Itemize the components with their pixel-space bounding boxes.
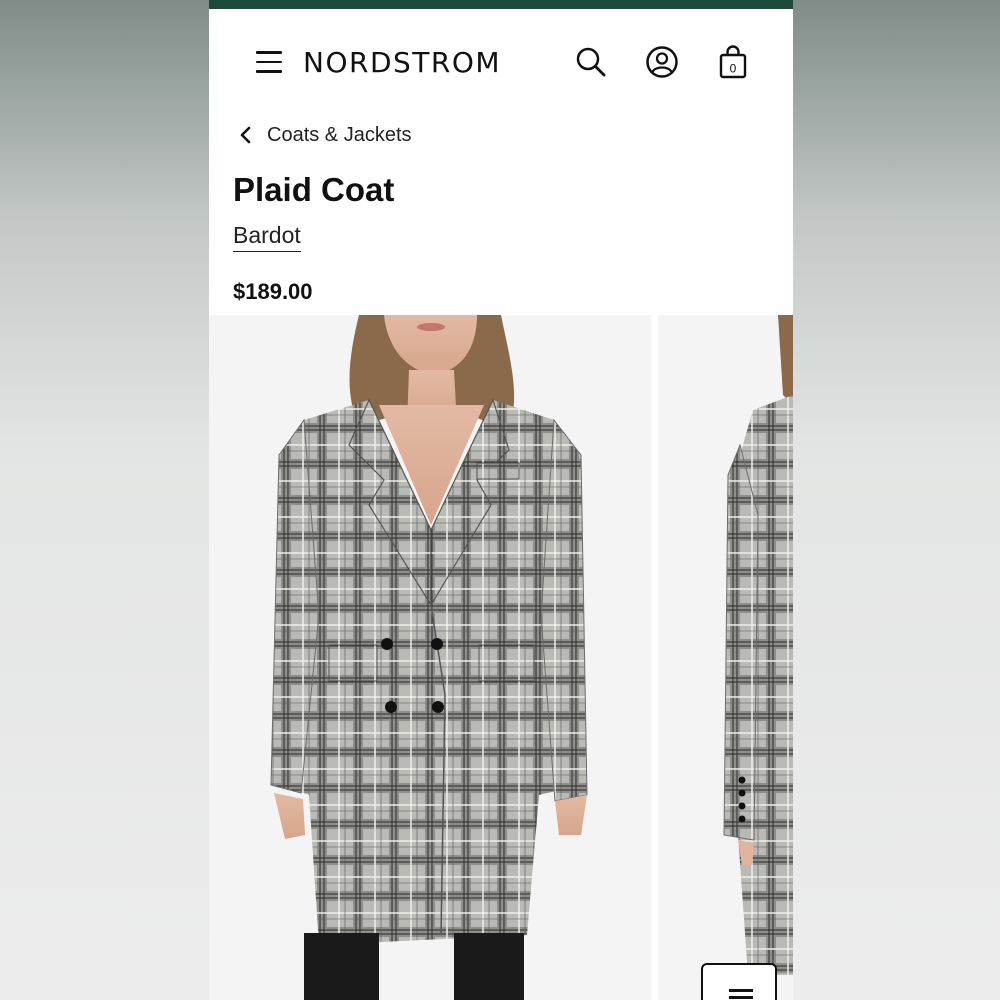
product-price: $189.00	[233, 279, 313, 304]
background-right	[793, 0, 1000, 1000]
product-image-main[interactable]	[209, 315, 651, 1000]
product-title: Plaid Coat	[233, 171, 395, 208]
menu-icon[interactable]	[256, 51, 282, 75]
account-icon[interactable]	[645, 45, 679, 79]
site-logo[interactable]: NORDSTROM	[303, 46, 501, 79]
breadcrumb-label: Coats & Jackets	[267, 123, 412, 146]
bag-count: 0	[730, 62, 737, 76]
search-icon[interactable]	[574, 45, 608, 79]
brand-link[interactable]: Bardot	[233, 222, 301, 252]
product-image-secondary[interactable]	[658, 315, 793, 1000]
status-strip	[209, 0, 793, 9]
shopping-bag-icon[interactable]: 0	[716, 45, 750, 79]
mobile-screen: NORDSTROM 0 Coats & Jackets Plaid Coat B…	[209, 0, 793, 1000]
model-side-view-image	[723, 315, 793, 975]
site-header: NORDSTROM 0	[209, 9, 793, 99]
menu-fab-button[interactable]	[701, 963, 777, 1000]
lines-icon	[729, 989, 753, 1000]
chevron-left-icon	[240, 126, 251, 144]
background-left	[0, 0, 209, 1000]
model-wearing-coat-image	[270, 315, 588, 1000]
breadcrumb[interactable]: Coats & Jackets	[239, 122, 412, 148]
